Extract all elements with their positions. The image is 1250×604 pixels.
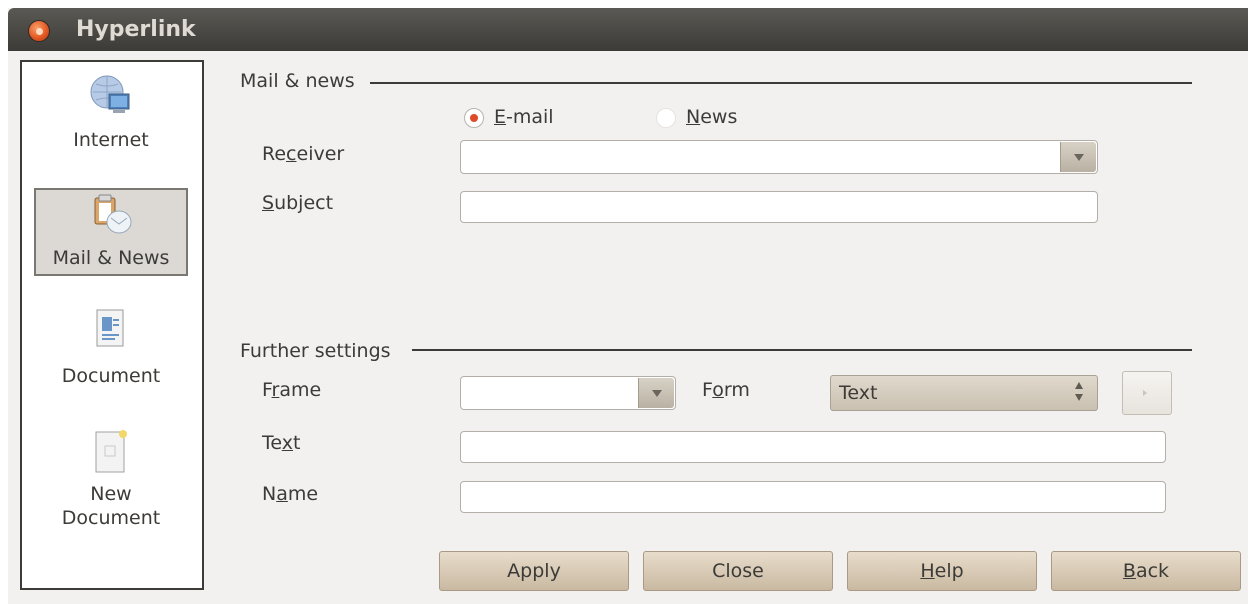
section-divider (370, 82, 1192, 84)
hyperlink-type-sidebar: Internet Mail & News Document New Docume… (20, 60, 204, 590)
back-button[interactable]: Back (1051, 551, 1241, 591)
form-select[interactable]: Text (830, 375, 1098, 411)
news-radio-label[interactable]: News (686, 106, 737, 128)
sidebar-item-label: Mail & News (52, 247, 170, 269)
receiver-combobox[interactable] (460, 140, 1098, 174)
help-button[interactable]: Help (847, 551, 1037, 591)
mail-news-icon (94, 194, 132, 234)
chevron-down-icon[interactable] (1060, 142, 1096, 172)
name-input[interactable] (460, 481, 1166, 513)
new-document-icon (95, 430, 127, 473)
sidebar-item-internet[interactable]: Internet (34, 72, 188, 172)
section-divider (412, 349, 1192, 351)
text-label: Text (262, 432, 301, 454)
title-bar: Hyperlink (8, 8, 1248, 51)
subject-input[interactable] (460, 191, 1098, 223)
close-button[interactable]: Close (643, 551, 833, 591)
document-icon (96, 309, 124, 347)
window-title: Hyperlink (76, 17, 196, 42)
chevron-down-icon[interactable] (638, 378, 674, 408)
sidebar-item-new-document[interactable]: New Document (34, 428, 188, 548)
form-label: Form (702, 379, 750, 401)
mail-news-section-label: Mail & news (240, 70, 355, 92)
sidebar-item-label: Internet (73, 129, 149, 151)
name-label: Name (262, 483, 319, 505)
news-radio[interactable] (656, 108, 676, 128)
form-value: Text (839, 382, 878, 404)
receiver-label: Receiver (262, 143, 345, 165)
sidebar-item-label-line1: New (90, 483, 132, 505)
email-radio[interactable] (464, 108, 484, 128)
sidebar-item-label: Document (61, 365, 161, 387)
apply-button[interactable]: Apply (439, 551, 629, 591)
sidebar-item-label-line2: Document (61, 507, 161, 529)
email-radio-label[interactable]: E-mail (494, 106, 554, 128)
frame-label: Frame (262, 379, 322, 401)
sidebar-item-document[interactable]: Document (34, 308, 188, 398)
form-event-button[interactable] (1122, 371, 1172, 415)
hyperlink-dialog: Hyperlink Internet Mail & News Document … (8, 8, 1248, 604)
spin-arrows-icon (1075, 380, 1085, 406)
subject-label: Subject (262, 192, 334, 214)
close-icon (36, 28, 43, 35)
frame-combobox[interactable] (460, 376, 676, 410)
text-input[interactable] (460, 431, 1166, 463)
sidebar-item-mail-news[interactable]: Mail & News (34, 188, 188, 276)
internet-icon (90, 75, 130, 113)
further-settings-section-label: Further settings (240, 340, 391, 362)
close-window-button[interactable] (28, 20, 50, 42)
